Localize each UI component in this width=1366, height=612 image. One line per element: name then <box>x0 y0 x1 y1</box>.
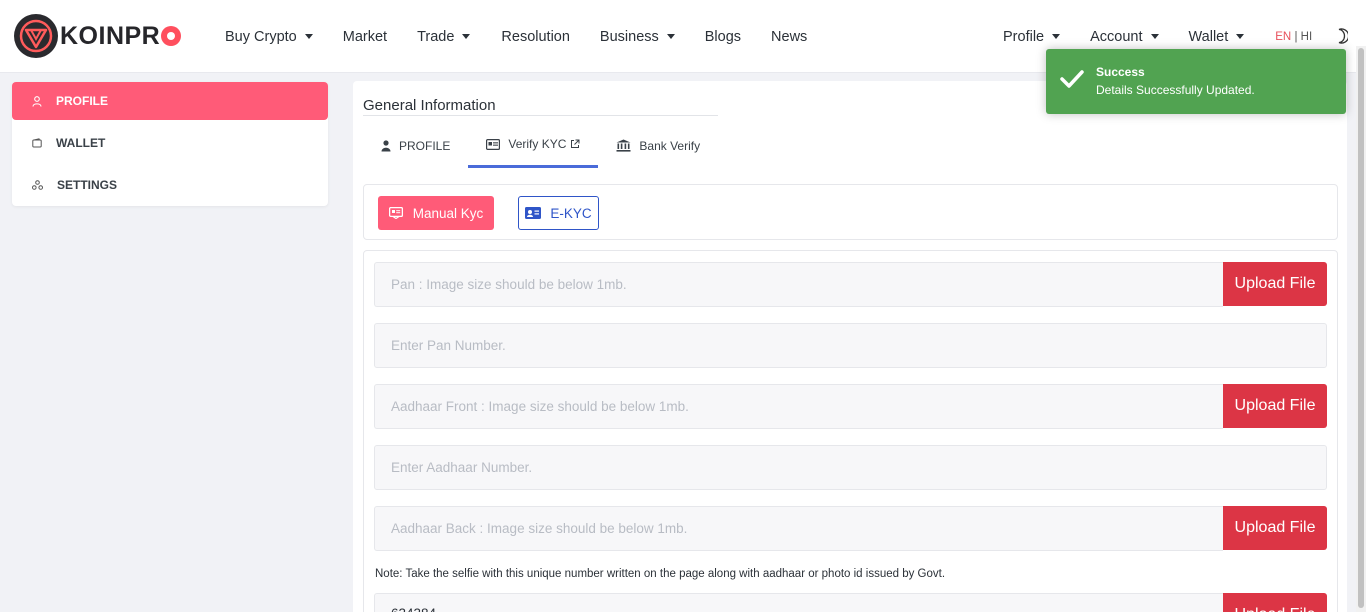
caret-down-icon <box>462 34 471 39</box>
language-switcher[interactable]: EN | HI <box>1275 31 1312 43</box>
page-scrollbar[interactable] <box>1356 46 1366 612</box>
manual-kyc-form: Pan : Image size should be below 1mb. Up… <box>363 250 1338 612</box>
nav-label: Resolution <box>501 28 570 45</box>
tab-label: Verify KYC <box>508 137 567 151</box>
pan-image-field[interactable]: Pan : Image size should be below 1mb. <box>374 262 1223 307</box>
tab-bank-verify[interactable]: Bank Verify <box>598 123 718 168</box>
primary-nav: Buy Crypto Market Trade Resolution Busin… <box>225 0 807 73</box>
general-information-card: General Information PROFILE Verify KYC B… <box>353 81 1347 612</box>
success-toast[interactable]: Success Details Successfully Updated. <box>1046 49 1346 114</box>
pan-upload-button[interactable]: Upload File <box>1223 262 1327 306</box>
user-icon <box>381 139 391 151</box>
page-title: General Information <box>363 97 496 114</box>
nav-blogs[interactable]: Blogs <box>705 29 741 45</box>
sidebar-item-label: PROFILE <box>56 94 109 108</box>
ekyc-button[interactable]: E-KYC <box>518 196 599 230</box>
lang-en[interactable]: EN <box>1275 31 1291 43</box>
aadhaar-number-placeholder: Enter Aadhaar Number. <box>391 460 533 475</box>
tab-label: PROFILE <box>399 138 451 153</box>
toast-message: Details Successfully Updated. <box>1096 83 1255 97</box>
nav-profile[interactable]: Profile <box>1003 28 1061 45</box>
sidebar-item-label: SETTINGS <box>57 178 118 192</box>
upload-label: Upload File <box>1234 275 1316 292</box>
brand-logo[interactable]: KOINPR <box>14 14 182 58</box>
brand-name-text: KOINPR <box>60 21 161 50</box>
checkmark-icon <box>1060 70 1084 88</box>
kyc-mode-selector: Manual Kyc E-KYC <box>363 184 1338 240</box>
sidebar-item-settings[interactable]: SETTINGS <box>12 166 328 204</box>
pan-number-placeholder: Enter Pan Number. <box>391 338 506 353</box>
nav-label: Wallet <box>1188 28 1229 45</box>
aadhaar-front-upload-button[interactable]: Upload File <box>1223 384 1327 428</box>
sidebar-item-profile[interactable]: PROFILE <box>12 82 328 120</box>
nav-label: News <box>771 28 808 45</box>
upload-label: Upload File <box>1234 519 1316 536</box>
caret-down-icon <box>304 34 313 39</box>
selfie-code-field[interactable]: 634384 <box>374 593 1223 612</box>
nav-market[interactable]: Market <box>343 29 387 45</box>
pan-number-input[interactable]: Enter Pan Number. <box>374 323 1327 368</box>
selfie-upload-button[interactable]: Upload File <box>1223 593 1327 612</box>
bank-icon <box>616 139 631 152</box>
tab-verify-kyc[interactable]: Verify KYC <box>468 123 599 168</box>
nav-resolution[interactable]: Resolution <box>501 29 570 45</box>
brand-o-icon <box>161 26 182 46</box>
aadhaar-front-field[interactable]: Aadhaar Front : Image size should be bel… <box>374 384 1223 429</box>
lang-separator: | <box>1291 30 1301 43</box>
aadhaar-front-placeholder: Aadhaar Front : Image size should be bel… <box>391 399 689 414</box>
manual-kyc-label: Manual Kyc <box>412 205 484 221</box>
user-icon <box>32 95 42 107</box>
wallet-icon <box>32 138 42 148</box>
nav-buy-crypto[interactable]: Buy Crypto <box>225 29 313 45</box>
id-card-icon <box>486 138 501 150</box>
nav-wallet[interactable]: Wallet <box>1189 29 1245 45</box>
upload-label: Upload File <box>1234 397 1316 414</box>
settings-icon <box>32 180 43 190</box>
manual-kyc-button[interactable]: Manual Kyc <box>378 196 494 230</box>
nav-account[interactable]: Account <box>1090 28 1159 45</box>
caret-down-icon <box>1052 34 1061 39</box>
selfie-note: Note: Take the selfie with this unique n… <box>375 568 946 580</box>
sidebar-item-label: WALLET <box>56 136 106 150</box>
sidebar-item-wallet[interactable]: WALLET <box>12 124 328 162</box>
pan-image-placeholder: Pan : Image size should be below 1mb. <box>391 277 627 292</box>
brand-name: KOINPR <box>60 21 182 51</box>
selfie-code: 634384 <box>391 606 436 612</box>
profile-tabs: PROFILE Verify KYC Bank Verify <box>363 123 718 168</box>
nav-news[interactable]: News <box>771 29 807 45</box>
nav-business[interactable]: Business <box>600 29 675 45</box>
scrollbar-thumb[interactable] <box>1358 48 1364 608</box>
id-badge-icon <box>388 207 403 219</box>
caret-down-icon <box>666 34 675 39</box>
nav-label: Trade <box>417 28 455 45</box>
nav-label: Account <box>1090 28 1143 45</box>
nav-label: Blogs <box>704 28 742 45</box>
caret-down-icon <box>1236 34 1245 39</box>
nav-label: Business <box>599 28 659 45</box>
upload-label: Upload File <box>1235 606 1316 612</box>
lang-hi[interactable]: HI <box>1301 31 1313 43</box>
title-divider <box>363 115 718 116</box>
logo-emblem-icon <box>14 14 58 58</box>
nav-label: Market <box>342 28 388 45</box>
ekyc-label: E-KYC <box>550 205 592 221</box>
tab-profile[interactable]: PROFILE <box>363 123 468 168</box>
nav-trade[interactable]: Trade <box>417 28 471 45</box>
aadhaar-back-placeholder: Aadhaar Back : Image size should be belo… <box>391 521 688 536</box>
tab-label: Bank Verify <box>639 138 701 153</box>
caret-down-icon <box>1150 34 1159 39</box>
profile-sidebar: PROFILE WALLET SETTINGS <box>12 82 328 206</box>
aadhaar-number-input[interactable]: Enter Aadhaar Number. <box>374 445 1327 490</box>
toast-title: Success <box>1096 65 1145 79</box>
aadhaar-back-upload-button[interactable]: Upload File <box>1223 506 1327 550</box>
address-card-icon <box>525 207 542 219</box>
aadhaar-back-field[interactable]: Aadhaar Back : Image size should be belo… <box>374 506 1223 551</box>
theme-toggle-moon-icon[interactable] <box>1334 28 1348 44</box>
nav-label: Buy Crypto <box>225 28 297 45</box>
external-link-icon <box>571 139 580 148</box>
nav-label: Profile <box>1003 28 1045 45</box>
